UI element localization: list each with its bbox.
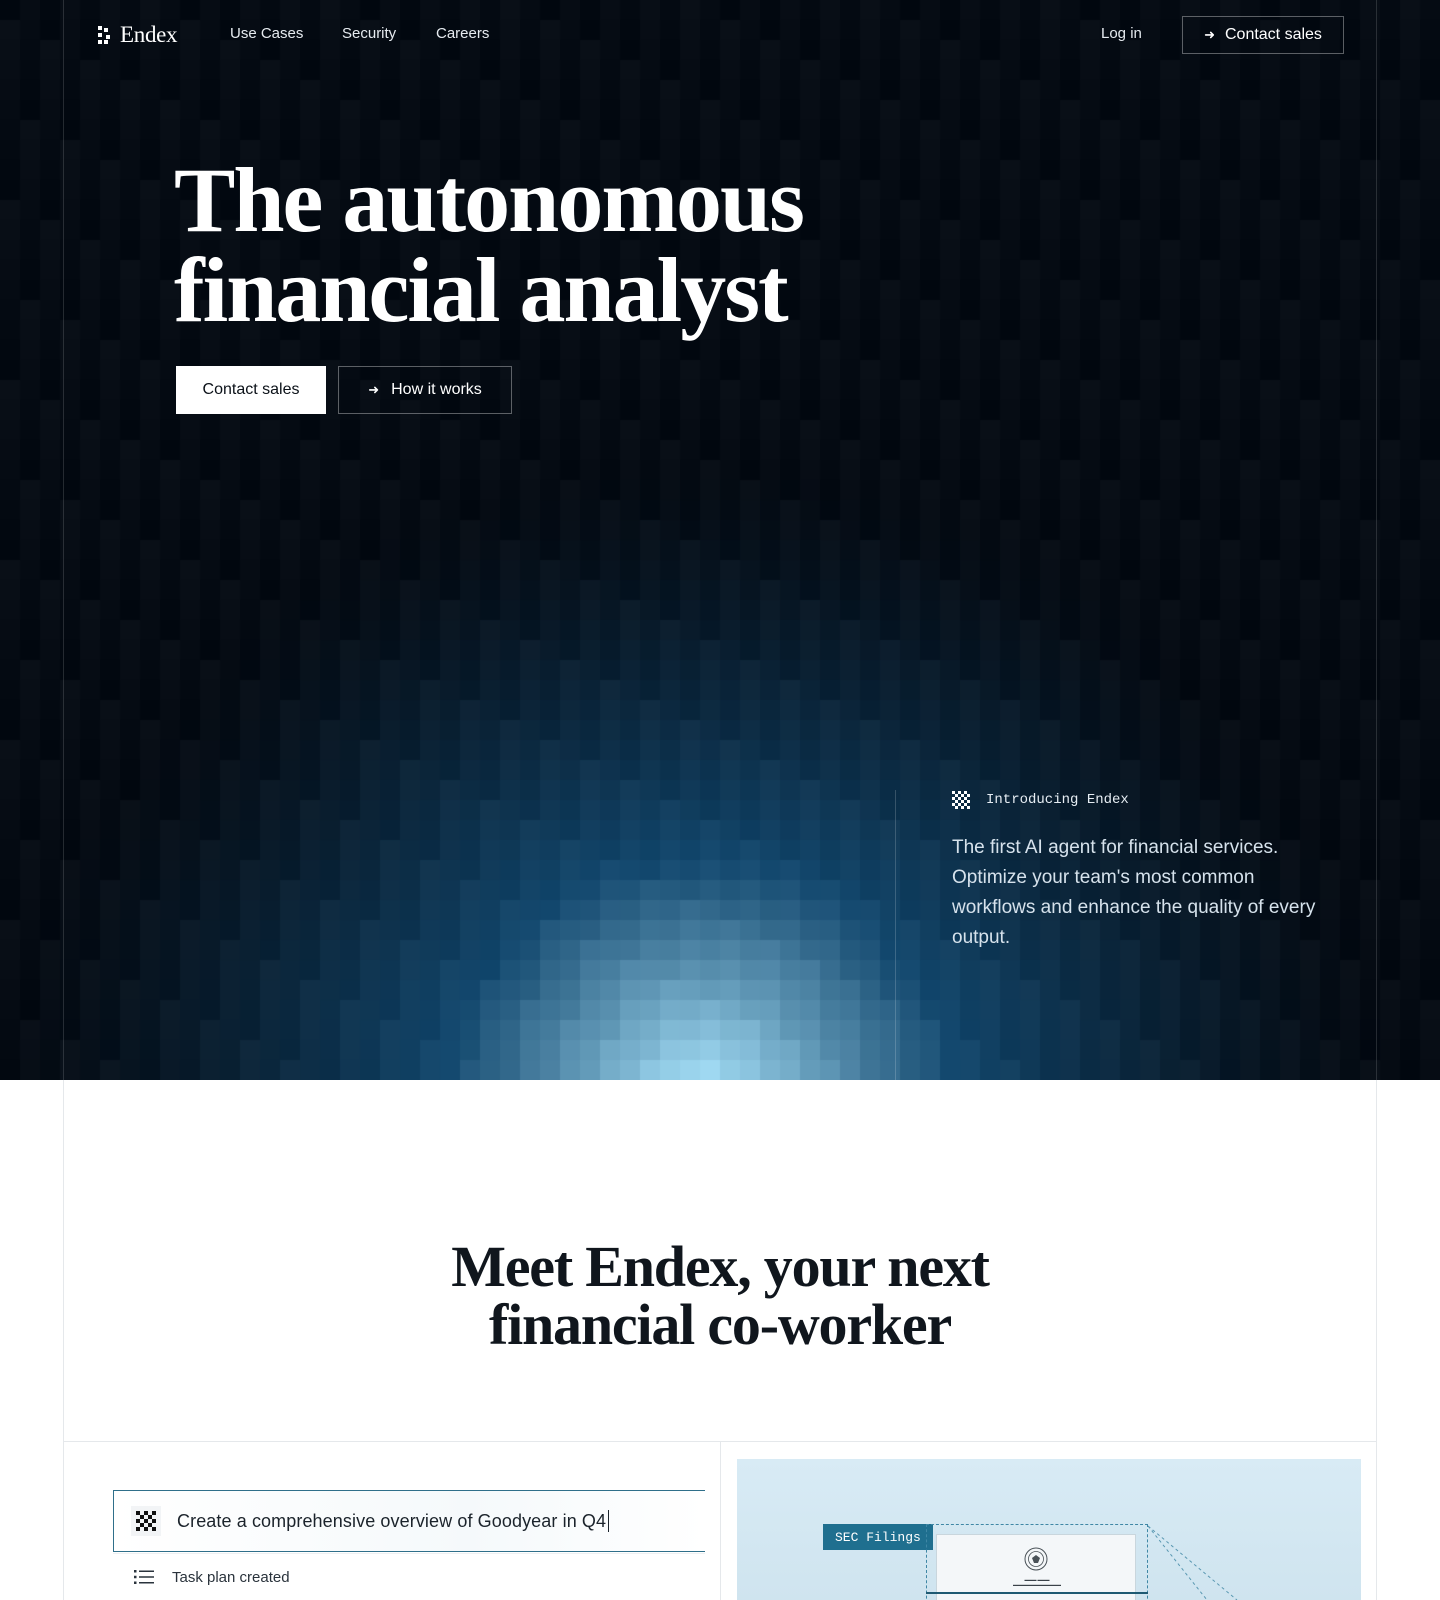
checker-icon xyxy=(952,791,970,809)
hero-headline-line-1: The autonomous xyxy=(174,149,805,251)
filing-rule xyxy=(926,1592,1148,1594)
how-it-works-label: How it works xyxy=(391,381,482,398)
text-caret xyxy=(608,1510,610,1532)
hero-section: Endex Use Cases Security Careers Log in … xyxy=(0,0,1440,1080)
arrow-right-icon: ➜ xyxy=(368,382,380,397)
hero-headline-line-2: financial analyst xyxy=(174,239,789,341)
intro-label-text: Introducing Endex xyxy=(986,792,1129,808)
top-nav: Endex Use Cases Security Careers Log in … xyxy=(0,0,1440,70)
nav-link-careers[interactable]: Careers xyxy=(436,25,489,42)
sec-seal-icon xyxy=(1024,1547,1048,1571)
list-icon xyxy=(134,1570,154,1584)
intro-label: Introducing Endex xyxy=(952,791,1129,809)
sec-filings-preview: SEC Filings ▬▬▬ ▬▬▬ ▬▬▬▬▬▬▬▬▬▬▬▬ xyxy=(737,1459,1361,1600)
frame-line-left xyxy=(63,0,64,1080)
section-title-line-2: financial co-worker xyxy=(488,1292,952,1357)
brand-logo[interactable]: Endex xyxy=(98,20,178,50)
filing-document: ▬▬▬ ▬▬▬ ▬▬▬▬▬▬▬▬▬▬▬▬ xyxy=(936,1534,1136,1600)
arrow-right-icon: ➜ xyxy=(1204,27,1215,42)
intro-divider xyxy=(895,790,896,1080)
nav-link-security[interactable]: Security xyxy=(342,25,396,42)
hero-contact-sales-label: Contact sales xyxy=(202,381,300,398)
prompt-input[interactable]: Create a comprehensive overview of Goody… xyxy=(113,1490,705,1552)
hero-contact-sales-button[interactable]: Contact sales xyxy=(176,366,326,414)
how-it-works-button[interactable]: ➜ How it works xyxy=(338,366,512,414)
hero-headline: The autonomous financial analyst xyxy=(174,149,934,341)
endex-checker-icon xyxy=(131,1506,161,1536)
filing-header-text: ▬▬▬ ▬▬▬ ▬▬▬▬▬▬▬▬▬▬▬▬ xyxy=(1013,1577,1061,1587)
section-title: Meet Endex, your next financial co-worke… xyxy=(0,1238,1440,1354)
prompt-text: Create a comprehensive overview of Goody… xyxy=(177,1510,607,1531)
column-divider xyxy=(720,1441,721,1600)
nav-contact-sales-button[interactable]: ➜ Contact sales xyxy=(1182,16,1344,54)
nav-link-use-cases[interactable]: Use Cases xyxy=(230,25,303,42)
intro-description: The first AI agent for financial service… xyxy=(952,837,1316,948)
frame-line-right xyxy=(1376,0,1377,1080)
endex-dots-icon xyxy=(98,26,110,44)
login-link[interactable]: Log in xyxy=(1101,25,1142,42)
task-status-text: Task plan created xyxy=(172,1568,290,1586)
brand-name: Endex xyxy=(120,22,178,47)
section-title-line-1: Meet Endex, your next xyxy=(451,1234,990,1299)
nav-contact-sales-label: Contact sales xyxy=(1224,26,1322,43)
sec-filings-tag: SEC Filings xyxy=(823,1524,933,1550)
task-status-row: Task plan created xyxy=(113,1553,705,1600)
